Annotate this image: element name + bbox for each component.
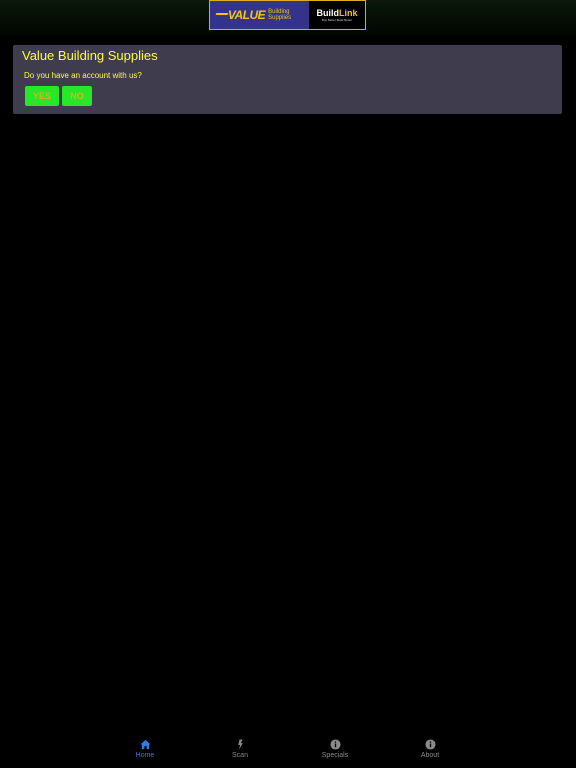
yes-button[interactable]: YES [25, 86, 59, 106]
app-header: VALUE Building Supplies BuildLink Buy Be… [0, 0, 576, 36]
buildlink-wordmark: BuildLink [316, 8, 357, 18]
app-screen: VALUE Building Supplies BuildLink Buy Be… [0, 0, 576, 768]
value-building-supplies-logo: VALUE Building Supplies [210, 1, 309, 29]
flash-icon [237, 739, 243, 750]
account-question: Do you have an account with us? [24, 71, 142, 80]
tab-about[interactable]: About [400, 739, 460, 767]
tab-home-label: Home [135, 752, 155, 759]
buildlink-part-b: Link [338, 8, 358, 18]
buildlink-part-a: Build [316, 8, 339, 18]
tab-specials[interactable]: Specials [305, 739, 365, 767]
tab-scan[interactable]: Scan [210, 739, 270, 767]
account-question-card: Value Building Supplies Do you have an a… [13, 45, 562, 114]
buildlink-logo: BuildLink Buy Better Build Better [309, 1, 365, 29]
no-button[interactable]: NO [62, 86, 92, 106]
info-icon [329, 739, 341, 750]
logo-swoosh [215, 13, 229, 15]
card-title: Value Building Supplies [22, 48, 158, 63]
logo-sub-text: Building Supplies [268, 9, 291, 21]
logo-sub-line-2: Supplies [268, 15, 292, 21]
brand-logo: VALUE Building Supplies BuildLink Buy Be… [209, 0, 366, 30]
home-icon [139, 739, 151, 750]
tab-home[interactable]: Home [115, 739, 175, 767]
bottom-tab-bar: Home Scan Specials About [0, 733, 576, 768]
buildlink-tagline: Buy Better Build Better [321, 18, 353, 22]
logo-brand: VALUE [227, 8, 266, 22]
tab-specials-label: Specials [321, 752, 349, 759]
tab-about-label: About [420, 752, 440, 759]
info-icon [424, 739, 436, 750]
tab-scan-label: Scan [232, 752, 248, 759]
